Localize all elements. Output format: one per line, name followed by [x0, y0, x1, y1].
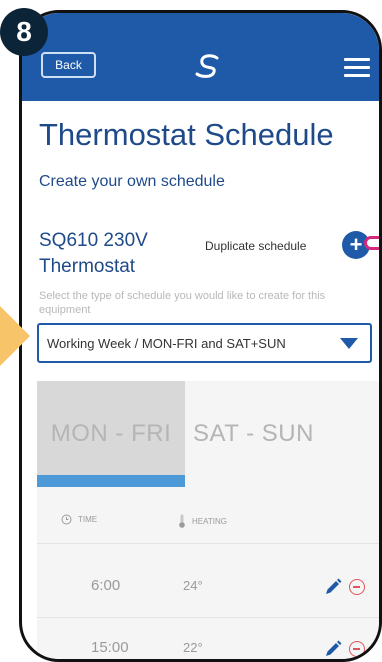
tab-mon-fri[interactable]: MON - FRI	[37, 381, 185, 487]
page-subtitle: Create your own schedule	[39, 173, 225, 190]
step-number-badge: 8	[0, 8, 48, 56]
plus-icon: +	[349, 232, 363, 257]
tab-sat-sun[interactable]: SAT - SUN	[191, 381, 379, 487]
highlight-arrow-icon	[0, 306, 30, 366]
tab-label: SAT - SUN	[193, 420, 314, 447]
row-heating: 22°	[183, 640, 203, 655]
schedule-type-value: Working Week / MON-FRI and SAT+SUN	[47, 335, 286, 351]
row-heating: 24°	[183, 578, 203, 593]
back-button[interactable]: Back	[41, 52, 96, 78]
clock-icon	[61, 514, 72, 525]
tab-label: MON - FRI	[50, 420, 172, 447]
hamburger-menu-icon[interactable]	[344, 58, 370, 77]
pointer-marker-icon	[364, 236, 379, 250]
schedule-panel: MON - FRI SAT - SUN TIME HEATING 6:00 24…	[37, 381, 379, 659]
row-time: 6:00	[91, 577, 121, 594]
remove-row-icon[interactable]	[349, 579, 365, 595]
device-name: SQ610 230V Thermostat	[39, 230, 148, 277]
time-column-header: TIME	[61, 514, 97, 525]
caret-down-icon	[340, 338, 358, 349]
time-column-label: TIME	[78, 515, 98, 524]
heating-column-label: HEATING	[192, 516, 227, 526]
active-tab-indicator	[37, 475, 185, 487]
schedule-type-helper-text: Select the type of schedule you would li…	[39, 290, 326, 316]
s-wave-logo-icon	[195, 54, 219, 78]
heating-column-header: HEATING	[178, 514, 227, 528]
pencil-edit-icon[interactable]	[323, 577, 343, 597]
pencil-edit-icon[interactable]	[323, 639, 343, 659]
schedule-type-select[interactable]: Working Week / MON-FRI and SAT+SUN	[37, 323, 372, 363]
phone-frame: Back Thermostat Schedule Create your own…	[19, 10, 382, 662]
row-time: 15:00	[91, 639, 129, 656]
row-divider	[37, 543, 379, 544]
duplicate-schedule-label: Duplicate schedule	[205, 239, 307, 253]
remove-row-icon[interactable]	[349, 641, 365, 657]
thermometer-icon	[179, 514, 185, 528]
row-divider	[37, 617, 379, 618]
page-title: Thermostat Schedule	[39, 117, 334, 152]
top-navigation-bar: Back	[22, 13, 379, 101]
